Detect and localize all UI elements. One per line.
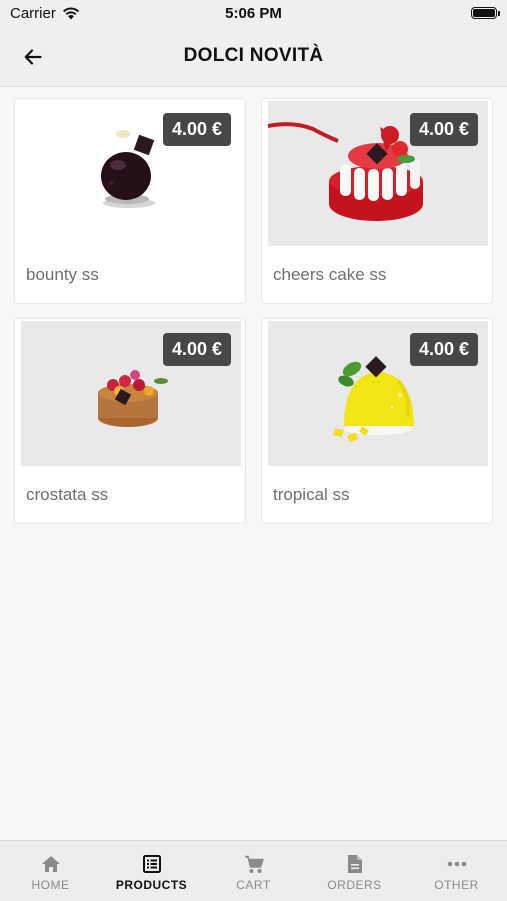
- product-image: 4.00 €: [268, 321, 488, 466]
- tab-other[interactable]: OTHER: [406, 841, 507, 901]
- product-card[interactable]: 4.00 € cheers cake ss: [261, 98, 493, 304]
- home-icon: [40, 854, 62, 874]
- price-badge: 4.00 €: [162, 333, 231, 366]
- product-name: tropical ss: [273, 485, 350, 504]
- tab-label: CART: [236, 878, 271, 892]
- product-name: cheers cake ss: [273, 265, 387, 284]
- tab-home[interactable]: HOME: [0, 841, 101, 901]
- tab-cart[interactable]: CART: [203, 841, 304, 901]
- tab-bar: HOME PRODUCTS CART ORDERS OTHER: [0, 840, 507, 901]
- list-icon: [141, 854, 163, 874]
- tab-label: ORDERS: [327, 878, 382, 892]
- product-name: bounty ss: [26, 265, 99, 284]
- cart-icon: [243, 854, 265, 874]
- price-badge: 4.00 €: [409, 113, 478, 146]
- product-image: 4.00 €: [268, 101, 488, 246]
- product-card[interactable]: 4.00 € tropical ss: [261, 318, 493, 524]
- tab-products[interactable]: PRODUCTS: [101, 841, 202, 901]
- app-header: DOLCI NOVITÀ: [0, 28, 507, 87]
- status-time: 5:06 PM: [225, 5, 282, 22]
- battery-icon: [471, 7, 500, 19]
- price-badge: 4.00 €: [409, 333, 478, 366]
- price-badge: 4.00 €: [162, 113, 231, 146]
- page-title: DOLCI NOVITÀ: [183, 45, 324, 66]
- product-card[interactable]: 4.00 € crostata ss: [14, 318, 246, 524]
- tab-orders[interactable]: ORDERS: [304, 841, 405, 901]
- tab-label: PRODUCTS: [115, 878, 188, 892]
- status-bar: Carrier 5:06 PM: [0, 0, 507, 28]
- product-image: 4.00 €: [21, 101, 241, 246]
- product-card[interactable]: 4.00 € bounty ss: [14, 98, 246, 304]
- product-image: 4.00 €: [21, 321, 241, 466]
- more-icon: [446, 854, 468, 874]
- product-name: crostata ss: [26, 485, 109, 504]
- document-icon: [344, 854, 366, 874]
- tab-label: HOME: [31, 878, 70, 892]
- tab-label: OTHER: [434, 878, 479, 892]
